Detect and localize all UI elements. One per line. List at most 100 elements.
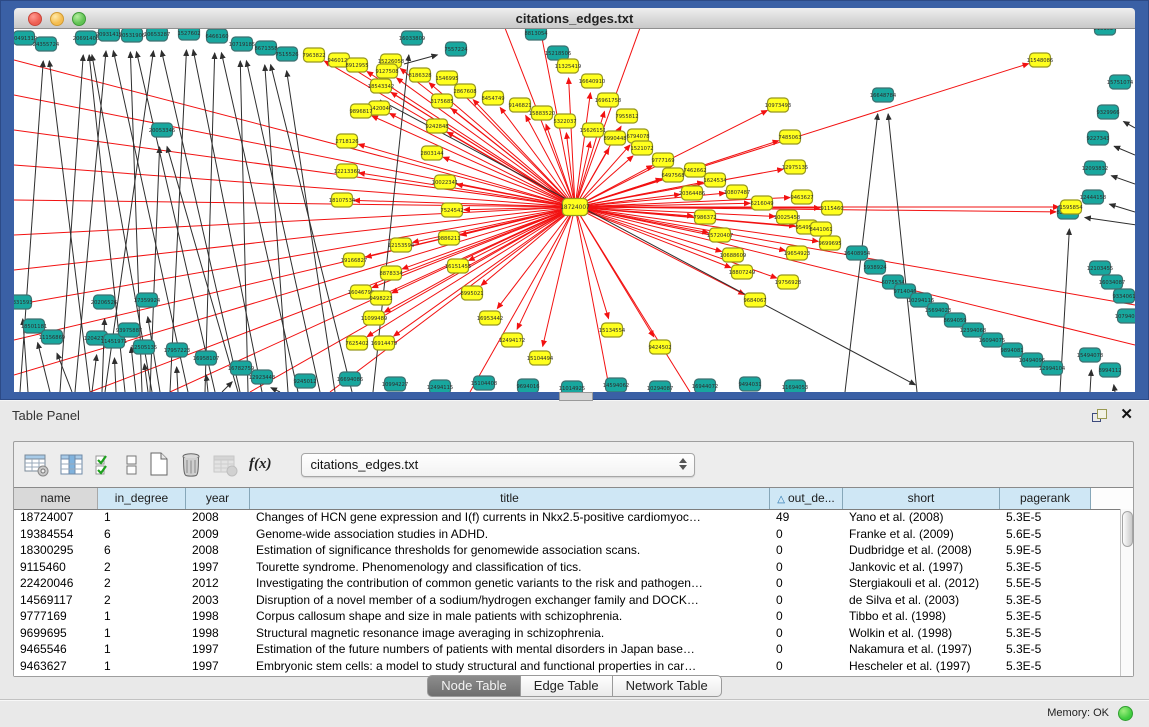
network-node[interactable]: 9329966	[1096, 105, 1119, 119]
network-node[interactable]: 16640910	[579, 74, 605, 88]
tab-edge-table[interactable]: Edge Table	[521, 675, 613, 697]
table-cell[interactable]: 5.3E-5	[1000, 658, 1091, 675]
network-node[interactable]: 16953442	[477, 311, 503, 325]
close-panel-icon[interactable]: ✕	[1120, 405, 1133, 423]
network-node[interactable]: 12994104	[1039, 361, 1066, 375]
network-node[interactable]: 15218506	[545, 46, 571, 60]
network-node[interactable]: 15134554	[599, 323, 626, 337]
table-cell[interactable]: Corpus callosum shape and size in male p…	[250, 608, 770, 625]
table-cell[interactable]: 1	[98, 608, 186, 625]
table-cell[interactable]: 9465546	[14, 641, 98, 658]
table-cell[interactable]: 5.5E-5	[1000, 575, 1091, 592]
network-node[interactable]: 5938924	[863, 260, 887, 274]
network-node[interactable]: 14594062	[603, 378, 629, 392]
network-node[interactable]: 20053346	[149, 123, 175, 137]
table-cell[interactable]: Estimation of significance thresholds fo…	[250, 542, 770, 559]
table-cell[interactable]: 9699695	[14, 625, 98, 642]
network-node[interactable]: 9684067	[743, 293, 766, 307]
table-cell[interactable]: Stergiakouli et al. (2012)	[843, 575, 1000, 592]
network-node[interactable]: 10794063	[1115, 309, 1135, 323]
network-node[interactable]: 11014925	[559, 381, 585, 392]
table-cell[interactable]: 2003	[186, 592, 250, 609]
column-header-title[interactable]: title	[250, 488, 770, 509]
column-header-in_degree[interactable]: in_degree	[98, 488, 186, 509]
float-window-icon[interactable]	[1092, 409, 1107, 422]
network-node[interactable]: 16033809	[399, 31, 425, 45]
network-node[interactable]: 12213369	[334, 164, 360, 178]
network-node[interactable]: 7485063	[778, 130, 801, 144]
table-row[interactable]: 977716911998Corpus callosum shape and si…	[14, 608, 1120, 625]
table-cell[interactable]: 5.3E-5	[1000, 625, 1091, 642]
network-node[interactable]: 9127508	[375, 64, 398, 78]
network-node[interactable]: 9777169	[651, 153, 674, 167]
table-cell[interactable]: 2008	[186, 509, 250, 526]
network-node[interactable]: 12505135	[131, 340, 157, 354]
network-node[interactable]: 19654923	[784, 246, 810, 260]
network-node[interactable]: 10294087	[647, 381, 673, 392]
network-node[interactable]: 10022341	[432, 175, 458, 189]
network-node[interactable]: 10653287	[144, 29, 170, 41]
table-cell[interactable]: 1	[98, 625, 186, 642]
network-node[interactable]: 5322037	[553, 114, 576, 128]
network-view[interactable]: 2049131924355724206914062093141920531906…	[14, 29, 1135, 392]
network-node[interactable]: 8454749	[481, 91, 504, 105]
scrollbar-thumb[interactable]	[1122, 511, 1133, 547]
network-node[interactable]: 1521072	[630, 141, 653, 155]
network-node[interactable]: 15104408	[471, 376, 497, 390]
table-cell[interactable]: 5.3E-5	[1000, 592, 1091, 609]
network-node[interactable]: 9494031	[738, 377, 761, 391]
network-node[interactable]: 16094075	[979, 333, 1005, 347]
network-node[interactable]: 12153594	[388, 238, 415, 252]
table-cell[interactable]: 49	[770, 509, 843, 526]
network-node[interactable]: 9699695	[818, 236, 841, 250]
network-node[interactable]: 11325419	[555, 59, 581, 73]
network-node[interactable]: 7955812	[615, 109, 638, 123]
network-node[interactable]: 12975135	[782, 160, 808, 174]
function-builder-icon[interactable]: f(x)	[249, 456, 272, 473]
table-cell[interactable]: 2	[98, 575, 186, 592]
table-cell[interactable]: 9463627	[14, 658, 98, 675]
table-cell[interactable]: 5.9E-5	[1000, 542, 1091, 559]
network-graph[interactable]: 2049131924355724206914062093141920531906…	[14, 29, 1135, 392]
network-node[interactable]: 16151455	[445, 259, 471, 273]
column-header-pagerank[interactable]: pagerank	[1000, 488, 1091, 509]
network-node[interactable]: 2718126	[335, 134, 358, 148]
network-node[interactable]: 7986372	[693, 210, 716, 224]
table-row[interactable]: 1456911722003Disruption of a novel membe…	[14, 592, 1120, 609]
network-node[interactable]: 17957223	[164, 343, 190, 357]
table-cell[interactable]: 9115460	[14, 559, 98, 576]
panel-divider-handle[interactable]	[559, 392, 593, 401]
table-cell[interactable]: 0	[770, 592, 843, 609]
network-node[interactable]: 12444158	[1080, 190, 1106, 204]
delete-trash-icon[interactable]	[180, 452, 202, 477]
table-cell[interactable]: Structural magnetic resonance image aver…	[250, 625, 770, 642]
table-cell[interactable]: 0	[770, 542, 843, 559]
network-node[interactable]: 20206526	[91, 295, 117, 309]
table-row[interactable]: 1938455462009Genome-wide association stu…	[14, 526, 1120, 543]
table-cell[interactable]: 14569117	[14, 592, 98, 609]
network-node[interactable]: 9245012	[293, 374, 316, 388]
table-cell[interactable]: 0	[770, 658, 843, 675]
column-header-out_de[interactable]: △out_de...	[770, 488, 843, 509]
tab-network-table[interactable]: Network Table	[613, 675, 722, 697]
table-row[interactable]: 946554611997Estimation of the future num…	[14, 641, 1120, 658]
network-node[interactable]: 6497568	[661, 168, 684, 182]
window-titlebar[interactable]: citations_edges.txt	[14, 8, 1135, 29]
table-cell[interactable]: Genome-wide association studies in ADHD.	[250, 526, 770, 543]
import-table-disabled-icon[interactable]	[213, 453, 238, 477]
table-cell[interactable]: 5.6E-5	[1000, 526, 1091, 543]
network-node[interactable]: 7515526	[275, 47, 298, 61]
network-node[interactable]: 9227343	[1086, 131, 1109, 145]
network-node[interactable]: 2803144	[420, 146, 444, 160]
table-cell[interactable]: Tourette syndrome. Phenomenology and cla…	[250, 559, 770, 576]
network-node[interactable]: 9694016	[516, 379, 539, 392]
select-all-icon[interactable]	[95, 453, 115, 477]
network-node[interactable]: 8671358	[254, 41, 277, 55]
network-node[interactable]: 10025458	[774, 210, 800, 224]
table-cell[interactable]: 18300295	[14, 542, 98, 559]
network-node[interactable]: 8186328	[408, 68, 431, 82]
table-cell[interactable]: 2012	[186, 575, 250, 592]
network-node[interactable]: 18543342	[368, 79, 394, 93]
network-node[interactable]: 11694053	[782, 380, 808, 392]
rows-icon[interactable]	[126, 453, 138, 477]
